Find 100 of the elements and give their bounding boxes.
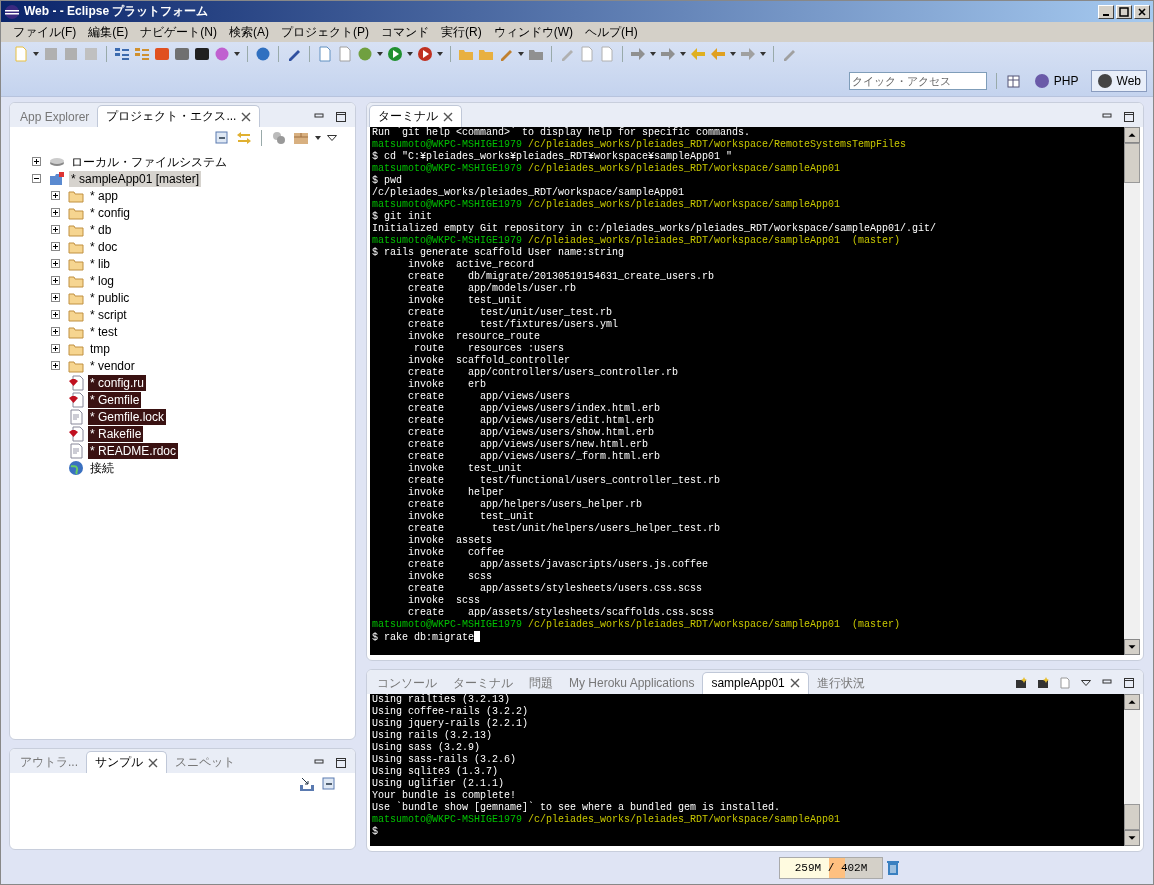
- new-console-icon[interactable]: [1037, 677, 1049, 690]
- expand-icon[interactable]: [51, 242, 60, 251]
- terminal-line: Using rails (3.2.13): [372, 730, 493, 741]
- menu-item[interactable]: プロジェクト(P): [275, 23, 375, 41]
- view-tab[interactable]: ターミナル: [445, 673, 521, 694]
- menu-item[interactable]: ウィンドウ(W): [487, 23, 579, 41]
- tree-item[interactable]: * lib: [88, 255, 112, 272]
- caret-icon[interactable]: [33, 52, 39, 56]
- expand-icon[interactable]: [51, 276, 60, 285]
- tree-item[interactable]: * README.rdoc: [88, 442, 179, 459]
- prompt-user: matsumoto@WKPC-MSHIGE1979: [372, 139, 523, 150]
- menu-item[interactable]: コマンド: [375, 23, 435, 41]
- expand-icon[interactable]: [51, 208, 60, 217]
- caret-icon[interactable]: [234, 52, 240, 56]
- menu-item[interactable]: 編集(E): [82, 23, 135, 41]
- maximize-icon[interactable]: [335, 756, 347, 769]
- collapse-icon[interactable]: [32, 174, 41, 183]
- expand-icon[interactable]: [32, 157, 41, 166]
- expand-icon[interactable]: [51, 191, 60, 200]
- view-tab[interactable]: App Explorer: [12, 106, 98, 127]
- caret-icon[interactable]: [680, 52, 686, 56]
- new-console-icon[interactable]: [1015, 677, 1027, 690]
- close-icon[interactable]: [148, 757, 158, 768]
- tree-item[interactable]: tmp: [88, 340, 112, 357]
- expand-icon[interactable]: [51, 344, 60, 353]
- tree-item[interactable]: * script: [88, 306, 129, 323]
- play-icon[interactable]: [387, 46, 403, 62]
- tree-item[interactable]: * db: [88, 221, 114, 238]
- expand-icon[interactable]: [51, 259, 60, 268]
- maximize-icon[interactable]: [1123, 677, 1135, 690]
- close-icon[interactable]: [443, 111, 453, 122]
- view-tab[interactable]: My Heroku Applications: [561, 673, 703, 694]
- maximize-icon[interactable]: [335, 110, 347, 123]
- caret-icon[interactable]: [518, 52, 524, 56]
- perspective-button[interactable]: PHP: [1027, 70, 1085, 92]
- view-tab[interactable]: 進行状況: [808, 673, 873, 694]
- menu-item[interactable]: 実行(R): [435, 23, 488, 41]
- expand-icon[interactable]: [51, 293, 60, 302]
- menu-item[interactable]: ファイル(F): [7, 23, 83, 41]
- tree-item[interactable]: * vendor: [88, 357, 137, 374]
- open-perspective-icon[interactable]: [1005, 73, 1022, 89]
- scrollbar[interactable]: [1124, 694, 1140, 846]
- view-menu-icon[interactable]: [1081, 680, 1091, 687]
- tree-item[interactable]: * public: [88, 289, 132, 306]
- view-tab[interactable]: コンソール: [369, 673, 445, 694]
- tree-item[interactable]: 接続: [88, 459, 116, 476]
- tree-item[interactable]: * sampleApp01 [master]: [69, 170, 202, 187]
- quick-access-field[interactable]: クイック・アクセス: [848, 72, 987, 90]
- expand-icon[interactable]: [51, 310, 60, 319]
- menu-item[interactable]: ナビゲート(N): [134, 23, 223, 41]
- view-tab[interactable]: プロジェクト・エクス...: [97, 105, 261, 127]
- tree-item[interactable]: ローカル・ファイルシステム: [69, 153, 229, 170]
- tree-item[interactable]: * log: [88, 272, 117, 289]
- tree-item[interactable]: * Gemfile.lock: [88, 408, 167, 425]
- prompt-path: /c/pleiades_works/pleiades_RDT/workspace/sampleApp01: [528, 163, 841, 174]
- expand-icon[interactable]: [51, 225, 60, 234]
- perspective-button[interactable]: Web: [1090, 70, 1147, 92]
- scroll-thumb[interactable]: [1124, 804, 1140, 830]
- scrollbar[interactable]: [1124, 127, 1140, 655]
- tree-item[interactable]: * doc: [88, 238, 120, 255]
- scroll-down-icon[interactable]: [1124, 830, 1140, 846]
- caret-icon[interactable]: [437, 52, 443, 56]
- menu-item[interactable]: ヘルプ(H): [579, 23, 644, 41]
- run-icon[interactable]: [417, 46, 433, 62]
- caret-icon[interactable]: [407, 52, 413, 56]
- menu-item[interactable]: 検索(A): [223, 23, 275, 41]
- import-icon[interactable]: [299, 776, 315, 792]
- globe-icon: [68, 459, 84, 476]
- tree-item[interactable]: * app: [88, 187, 121, 204]
- caret-icon[interactable]: [315, 136, 321, 140]
- caret-icon[interactable]: [730, 52, 736, 56]
- trash-icon[interactable]: [885, 860, 901, 876]
- expand-icon[interactable]: [51, 327, 60, 336]
- view-tab[interactable]: 問題: [521, 673, 561, 694]
- close-icon[interactable]: [789, 678, 800, 689]
- view-tab[interactable]: アウトラ...: [12, 752, 86, 773]
- coins-icon[interactable]: [271, 130, 287, 146]
- view-menu-icon[interactable]: [327, 135, 337, 141]
- close-icon[interactable]: [241, 111, 252, 122]
- tree-item[interactable]: * config: [88, 204, 133, 221]
- collapse-all-icon[interactable]: [214, 130, 230, 146]
- view-tab[interactable]: スニペット: [167, 752, 243, 773]
- list-icon[interactable]: [114, 46, 130, 62]
- scroll-thumb[interactable]: [1124, 143, 1140, 183]
- view-tab[interactable]: sampleApp01: [702, 672, 809, 694]
- tree-item[interactable]: * Gemfile: [88, 391, 142, 408]
- caret-icon[interactable]: [377, 52, 383, 56]
- package-icon[interactable]: [293, 130, 309, 146]
- terminal-line: Initialized empty Git repository in c:/pleiades_works/pleiades_RDT/workspace/sampleApp01/.git/: [372, 223, 937, 234]
- collapse-all-icon[interactable]: [321, 776, 337, 792]
- expand-icon[interactable]: [51, 361, 60, 370]
- view-tab[interactable]: ターミナル: [369, 105, 462, 127]
- caret-icon[interactable]: [650, 52, 656, 56]
- tree-item[interactable]: * config.ru: [88, 374, 147, 391]
- scroll-up-icon[interactable]: [1124, 127, 1140, 143]
- tree-item[interactable]: * Rakefile: [88, 425, 144, 442]
- tree-item[interactable]: * test: [88, 323, 120, 340]
- caret-icon[interactable]: [760, 52, 766, 56]
- view-tab[interactable]: サンプル: [86, 751, 167, 773]
- maximize-icon[interactable]: [1123, 110, 1135, 123]
